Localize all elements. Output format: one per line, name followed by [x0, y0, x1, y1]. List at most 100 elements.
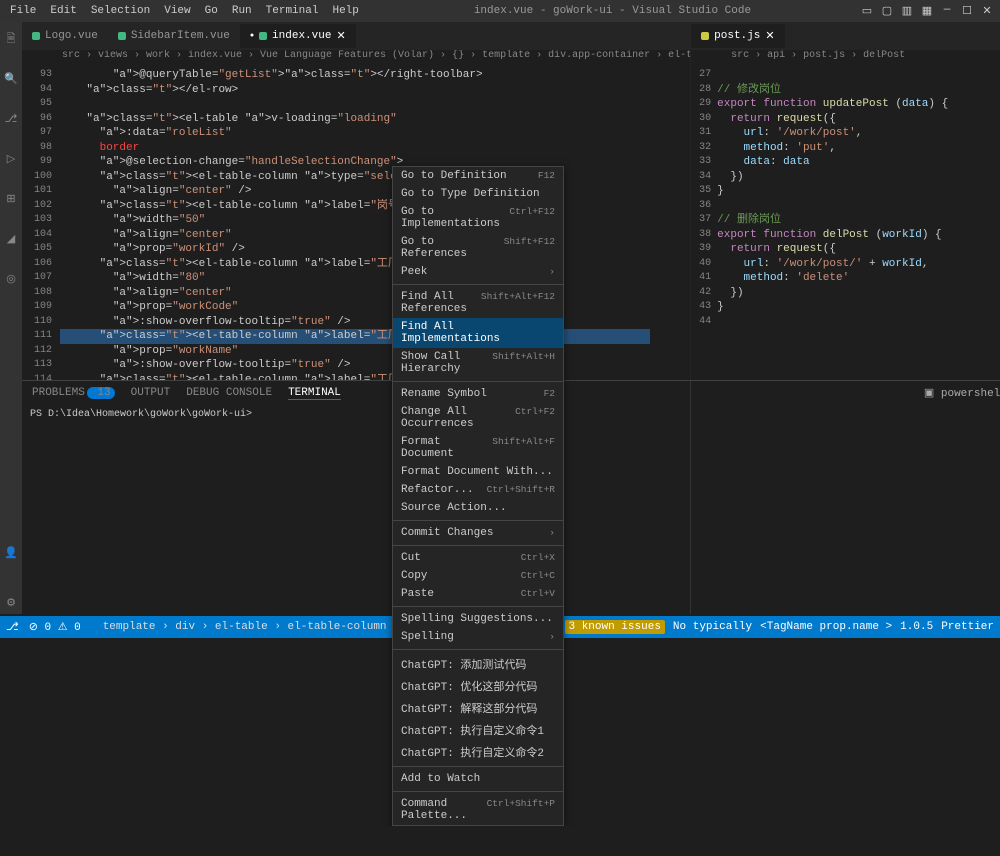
- code-line[interactable]: [717, 315, 1000, 330]
- menu-item[interactable]: ChatGPT: 添加测试代码: [393, 653, 563, 675]
- menu-item[interactable]: Go to ReferencesShift+F12: [393, 233, 563, 263]
- menu-item[interactable]: Rename SymbolF2: [393, 385, 563, 403]
- code-line[interactable]: data: data: [717, 155, 1000, 170]
- search-icon[interactable]: 🔍: [0, 68, 22, 90]
- sidebar-icon[interactable]: ▥: [900, 4, 914, 18]
- code-line[interactable]: border: [60, 141, 650, 156]
- status-item[interactable]: 3 known issues: [565, 620, 665, 634]
- menu-item[interactable]: Find All Implementations: [393, 318, 563, 348]
- code-line[interactable]: "a">@queryTable="getList">"a">class="t">…: [60, 68, 650, 83]
- menu-item[interactable]: ChatGPT: 执行自定义命令2: [393, 741, 563, 763]
- status-item[interactable]: <TagName prop.name >: [760, 621, 892, 633]
- explorer-icon[interactable]: 🗎: [0, 28, 22, 50]
- menu-item[interactable]: Add to Watch: [393, 770, 563, 788]
- code-line[interactable]: }: [717, 300, 1000, 315]
- git-icon[interactable]: ⎇: [0, 108, 22, 130]
- tab-Logo.vue[interactable]: Logo.vue: [22, 25, 108, 47]
- status-item[interactable]: ⎇: [6, 620, 19, 634]
- panel-tab-debug console[interactable]: DEBUG CONSOLE: [186, 387, 272, 399]
- editor-right[interactable]: 272829303132333435363738394041424344 // …: [691, 68, 1000, 380]
- status-item[interactable]: ⊘ 0 ⚠ 0: [29, 620, 81, 634]
- status-item[interactable]: No typically: [673, 621, 752, 633]
- menu-item[interactable]: Go to DefinitionF12: [393, 167, 563, 185]
- menu-item[interactable]: Go to Type Definition: [393, 185, 563, 203]
- debug-icon[interactable]: ▷: [0, 148, 22, 170]
- code-line[interactable]: }): [717, 170, 1000, 185]
- menu-item[interactable]: Show Call HierarchyShift+Alt+H: [393, 348, 563, 378]
- code-line[interactable]: url: '/work/post',: [717, 126, 1000, 141]
- close-tab-icon[interactable]: ✕: [765, 29, 774, 43]
- gear-icon[interactable]: ⚙: [0, 592, 22, 614]
- code-line[interactable]: "a">class="t"><el-table "a">v-loading="l…: [60, 112, 650, 127]
- tab-SidebarItem.vue[interactable]: SidebarItem.vue: [108, 25, 240, 47]
- menu-item[interactable]: Source Action...: [393, 499, 563, 517]
- panel-tab-problems[interactable]: PROBLEMS 13: [32, 387, 115, 399]
- minimize-icon[interactable]: —: [940, 4, 954, 18]
- code-line[interactable]: }): [717, 286, 1000, 301]
- layout-icon[interactable]: ▭: [860, 4, 874, 18]
- menu-item[interactable]: Peek›: [393, 263, 563, 281]
- menu-item[interactable]: Change All OccurrencesCtrl+F2: [393, 403, 563, 433]
- code-line[interactable]: return request({: [717, 112, 1000, 127]
- menu-item[interactable]: Format Document With...: [393, 463, 563, 481]
- code-line[interactable]: // 修改岗位: [717, 83, 1000, 98]
- code-line[interactable]: url: '/work/post/' + workId,: [717, 257, 1000, 272]
- shell-label[interactable]: ▣ powershell: [924, 386, 1000, 400]
- menu-help[interactable]: Help: [326, 3, 364, 19]
- account-icon[interactable]: 👤: [0, 542, 22, 564]
- code-line[interactable]: export function delPost (workId) {: [717, 228, 1000, 243]
- menu-item[interactable]: ChatGPT: 解释这部分代码: [393, 697, 563, 719]
- code-line[interactable]: "a">class="t"></el-row>: [60, 83, 650, 98]
- menu-go[interactable]: Go: [199, 3, 224, 19]
- minimap-left[interactable]: [650, 68, 690, 380]
- close-tab-icon[interactable]: ✕: [336, 29, 345, 43]
- panel-tab-terminal[interactable]: TERMINAL: [288, 387, 341, 400]
- panel-icon[interactable]: ▢: [880, 4, 894, 18]
- terminal-output[interactable]: PS D:\Idea\Homework\goWork\goWork-ui>: [22, 405, 690, 424]
- menu-edit[interactable]: Edit: [44, 3, 82, 19]
- editor-left[interactable]: 9394959697989910010110210310410510610710…: [22, 68, 690, 380]
- menu-run[interactable]: Run: [226, 3, 258, 19]
- code-line[interactable]: "a">:data="roleList": [60, 126, 650, 141]
- menu-item[interactable]: Spelling Suggestions...: [393, 610, 563, 628]
- menu-item[interactable]: ChatGPT: 优化这部分代码: [393, 675, 563, 697]
- panel-tab-output[interactable]: OUTPUT: [131, 387, 171, 399]
- menu-view[interactable]: View: [158, 3, 196, 19]
- breadcrumb-right[interactable]: src › api › post.js › delPost: [691, 50, 1000, 68]
- menu-item[interactable]: Format DocumentShift+Alt+F: [393, 433, 563, 463]
- menu-item[interactable]: ChatGPT: 执行自定义命令1: [393, 719, 563, 741]
- menu-item[interactable]: Spelling›: [393, 628, 563, 646]
- close-icon[interactable]: ✕: [980, 4, 994, 18]
- menu-file[interactable]: File: [4, 3, 42, 19]
- status-item[interactable]: Prettier: [941, 621, 994, 633]
- customize-icon[interactable]: ▦: [920, 4, 934, 18]
- menu-selection[interactable]: Selection: [85, 3, 156, 19]
- code-line[interactable]: return request({: [717, 242, 1000, 257]
- code-line[interactable]: [60, 97, 650, 112]
- menu-terminal[interactable]: Terminal: [260, 3, 325, 19]
- menu-item[interactable]: CopyCtrl+C: [393, 567, 563, 585]
- code-line[interactable]: // 删除岗位: [717, 213, 1000, 228]
- menu-item[interactable]: Commit Changes›: [393, 524, 563, 542]
- docker-icon[interactable]: ◢: [0, 228, 22, 250]
- menu-item[interactable]: Go to ImplementationsCtrl+F12: [393, 203, 563, 233]
- menu-item[interactable]: Command Palette...Ctrl+Shift+P: [393, 795, 563, 825]
- extensions-icon[interactable]: ⊞: [0, 188, 22, 210]
- menu-item[interactable]: Find All ReferencesShift+Alt+F12: [393, 288, 563, 318]
- code-line[interactable]: }: [717, 184, 1000, 199]
- menu-item[interactable]: PasteCtrl+V: [393, 585, 563, 603]
- tab-index.vue[interactable]: index.vue ✕: [240, 24, 356, 48]
- code-line[interactable]: method: 'put',: [717, 141, 1000, 156]
- chatgpt-icon[interactable]: ◎: [0, 268, 22, 290]
- menu-item[interactable]: Refactor...Ctrl+Shift+R: [393, 481, 563, 499]
- code-line[interactable]: [717, 199, 1000, 214]
- code-line[interactable]: method: 'delete': [717, 271, 1000, 286]
- status-breadcrumb[interactable]: template › div › el-table › el-table-col…: [81, 621, 409, 633]
- maximize-icon[interactable]: ☐: [960, 4, 974, 18]
- breadcrumb-left[interactable]: src › views › work › index.vue › Vue Lan…: [22, 50, 690, 68]
- tab-post.js[interactable]: post.js ✕: [691, 24, 784, 48]
- menu-item[interactable]: CutCtrl+X: [393, 549, 563, 567]
- status-item[interactable]: 1.0.5: [900, 621, 933, 633]
- code-line[interactable]: export function updatePost (data) {: [717, 97, 1000, 112]
- code-line[interactable]: [717, 68, 1000, 83]
